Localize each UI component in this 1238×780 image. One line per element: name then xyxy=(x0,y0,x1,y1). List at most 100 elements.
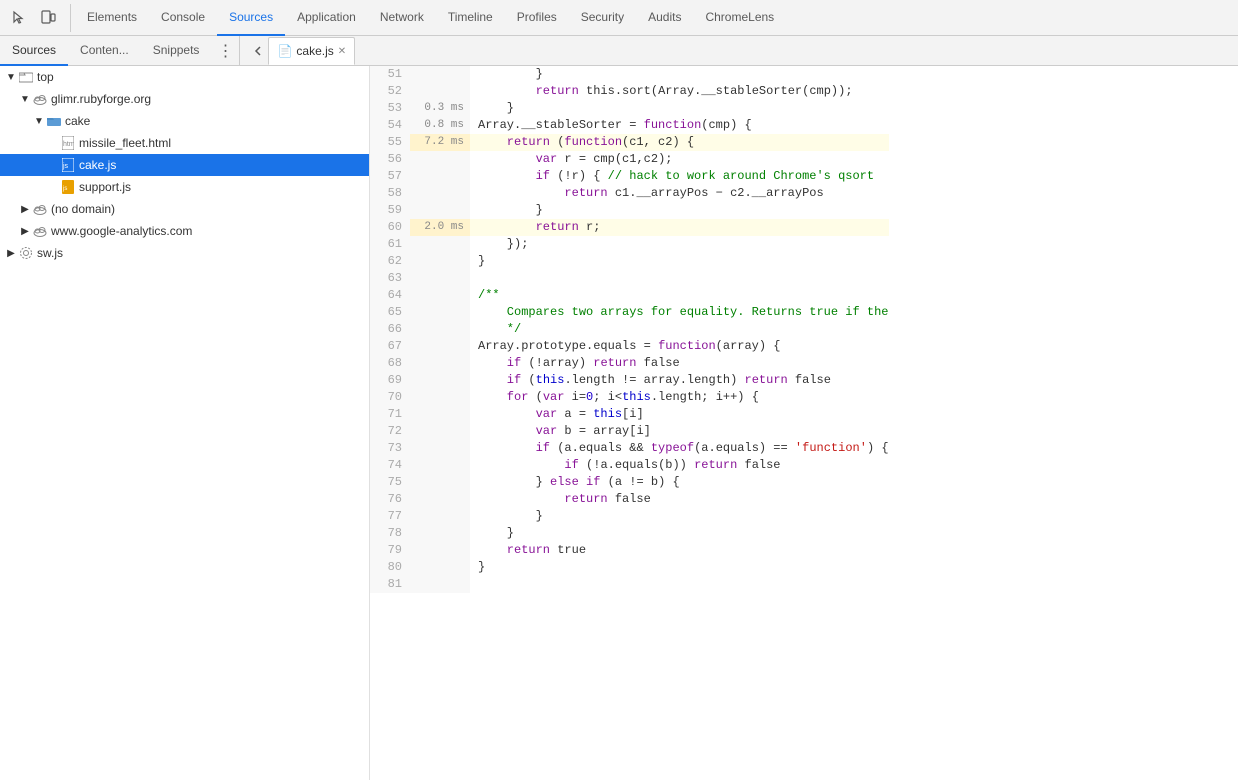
line-timing xyxy=(410,474,470,491)
line-number: 71 xyxy=(370,406,410,423)
cursor-icon[interactable] xyxy=(4,4,32,32)
tree-item-sw-js[interactable]: ▶ sw.js xyxy=(0,242,369,264)
line-number: 74 xyxy=(370,457,410,474)
line-number: 53 xyxy=(370,100,410,117)
line-code: } xyxy=(470,525,514,542)
code-line: 58 return c1.__arrayPos − c2.__arrayPos xyxy=(370,185,889,202)
cloud-icon-glimr xyxy=(32,91,48,107)
line-code: for (var i=0; i<this.length; i++) { xyxy=(470,389,759,406)
line-number: 79 xyxy=(370,542,410,559)
line-number: 64 xyxy=(370,287,410,304)
line-code: return c1.__arrayPos − c2.__arrayPos xyxy=(470,185,824,202)
tree-arrow-empty3 xyxy=(46,180,60,194)
tab-chromelens[interactable]: ChromeLens xyxy=(693,0,786,36)
tree-item-cake-folder[interactable]: ▼ cake xyxy=(0,110,369,132)
code-line: 56 var r = cmp(c1,c2); xyxy=(370,151,889,168)
line-number: 60 xyxy=(370,219,410,236)
tree-label-glimr: glimr.rubyforge.org xyxy=(51,92,151,106)
line-code: Compares two arrays for equality. Return… xyxy=(470,304,888,321)
folder-icon xyxy=(18,69,34,85)
line-timing xyxy=(410,66,470,83)
line-number: 77 xyxy=(370,508,410,525)
tree-item-missile-fleet[interactable]: htm missile_fleet.html xyxy=(0,132,369,154)
line-timing xyxy=(410,559,470,576)
line-code: } xyxy=(470,202,543,219)
code-line: 61 }); xyxy=(370,236,889,253)
code-line: 70 for (var i=0; i<this.length; i++) { xyxy=(370,389,889,406)
line-code: }); xyxy=(470,236,528,253)
code-line: 602.0 ms return r; xyxy=(370,219,889,236)
tab-elements[interactable]: Elements xyxy=(75,0,149,36)
line-timing xyxy=(410,423,470,440)
code-line: 67Array.prototype.equals = function(arra… xyxy=(370,338,889,355)
tab-security[interactable]: Security xyxy=(569,0,636,36)
tree-arrow-empty2 xyxy=(46,158,60,172)
tree-label-no-domain: (no domain) xyxy=(51,202,115,216)
code-line: 64/** xyxy=(370,287,889,304)
line-timing xyxy=(410,440,470,457)
line-code: if (!a.equals(b)) return false xyxy=(470,457,781,474)
line-timing xyxy=(410,270,470,287)
line-timing xyxy=(410,372,470,389)
code-line: 557.2 ms return (function(c1, c2) { xyxy=(370,134,889,151)
line-code: if (!array) return false xyxy=(470,355,680,372)
tab-network[interactable]: Network xyxy=(368,0,436,36)
line-timing xyxy=(410,338,470,355)
tree-item-glimr[interactable]: ▼ glimr.rubyforge.org xyxy=(0,88,369,110)
tab-timeline[interactable]: Timeline xyxy=(436,0,505,36)
line-timing xyxy=(410,406,470,423)
line-number: 57 xyxy=(370,168,410,185)
tab-sources[interactable]: Sources xyxy=(217,0,285,36)
tab-application[interactable]: Application xyxy=(285,0,368,36)
line-number: 52 xyxy=(370,83,410,100)
line-timing xyxy=(410,83,470,100)
file-tab-cake-js[interactable]: 📄 cake.js ✕ xyxy=(268,37,355,65)
code-editor[interactable]: 51 }52 return this.sort(Array.__stableSo… xyxy=(370,66,1238,780)
panel-tab-content[interactable]: Conten... xyxy=(68,36,141,66)
tree-item-cake-js[interactable]: js cake.js xyxy=(0,154,369,176)
line-timing xyxy=(410,253,470,270)
gear-icon-sw xyxy=(18,245,34,261)
panel-tab-sources[interactable]: Sources xyxy=(0,36,68,66)
line-number: 70 xyxy=(370,389,410,406)
tree-label-top: top xyxy=(37,70,54,84)
line-timing xyxy=(410,491,470,508)
tree-item-top[interactable]: ▼ top xyxy=(0,66,369,88)
svg-text:htm: htm xyxy=(63,141,74,148)
code-line: 63 xyxy=(370,270,889,287)
panel-tab-snippets[interactable]: Snippets xyxy=(141,36,212,66)
line-number: 66 xyxy=(370,321,410,338)
tree-item-no-domain[interactable]: ▶ (no domain) xyxy=(0,198,369,220)
line-code: var r = cmp(c1,c2); xyxy=(470,151,672,168)
more-tabs-button[interactable]: ⋮ xyxy=(211,36,239,66)
svg-text:js: js xyxy=(62,186,67,192)
tree-item-support-js[interactable]: js support.js xyxy=(0,176,369,198)
line-timing xyxy=(410,389,470,406)
line-code: return this.sort(Array.__stableSorter(cm… xyxy=(470,83,853,100)
line-timing xyxy=(410,457,470,474)
tree-item-google-analytics[interactable]: ▶ www.google-analytics.com xyxy=(0,220,369,242)
toolbar-icons xyxy=(4,4,71,32)
svg-text:js: js xyxy=(62,163,69,170)
line-code: if (!r) { // hack to work around Chrome'… xyxy=(470,168,874,185)
line-code: var a = this[i] xyxy=(470,406,644,423)
tab-nav-back-icon[interactable] xyxy=(248,36,268,66)
code-line: 530.3 ms } xyxy=(370,100,889,117)
tab-audits[interactable]: Audits xyxy=(636,0,693,36)
line-timing xyxy=(410,542,470,559)
code-line: 78 } xyxy=(370,525,889,542)
tab-console[interactable]: Console xyxy=(149,0,217,36)
folder-icon-cake xyxy=(46,113,62,129)
code-line: 65 Compares two arrays for equality. Ret… xyxy=(370,304,889,321)
line-number: 61 xyxy=(370,236,410,253)
line-timing: 0.3 ms xyxy=(410,100,470,117)
tab-profiles[interactable]: Profiles xyxy=(505,0,569,36)
line-number: 59 xyxy=(370,202,410,219)
line-number: 78 xyxy=(370,525,410,542)
line-timing xyxy=(410,508,470,525)
device-toggle-icon[interactable] xyxy=(34,4,62,32)
file-tab-close-button[interactable]: ✕ xyxy=(338,46,346,57)
code-line: 62} xyxy=(370,253,889,270)
line-number: 62 xyxy=(370,253,410,270)
file-tab-label: cake.js xyxy=(296,44,333,58)
